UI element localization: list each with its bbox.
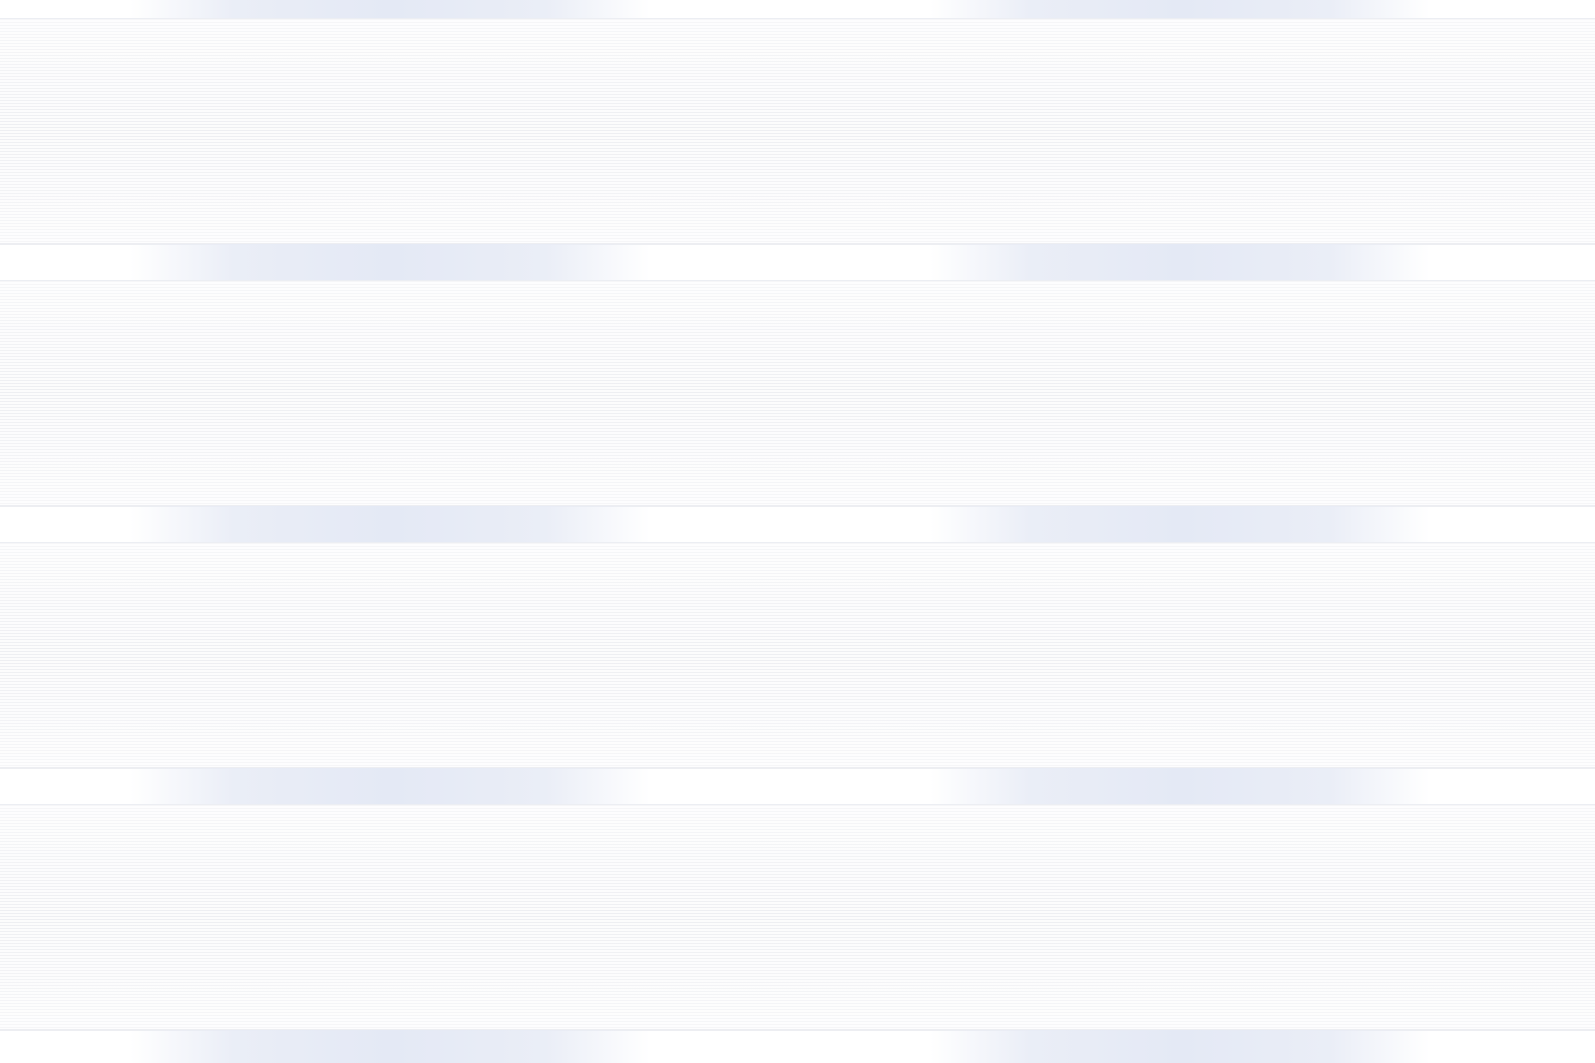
header-strip-left (130, 768, 650, 804)
header-strip-right (930, 506, 1430, 542)
striped-band-body (0, 280, 1595, 507)
header-strip-right (930, 768, 1430, 804)
striped-band-body (0, 18, 1595, 245)
striped-band-body (0, 542, 1595, 769)
header-strip-left (130, 0, 650, 18)
striped-band-1 (0, 18, 1595, 245)
header-strip-left (130, 1030, 650, 1063)
header-strip-right (930, 1030, 1430, 1063)
striped-band-4 (0, 804, 1595, 1031)
blank-striped-page (0, 0, 1595, 1063)
header-strip-left (130, 506, 650, 542)
striped-band-body (0, 804, 1595, 1031)
header-strip-left (130, 244, 650, 280)
header-strip-right (930, 244, 1430, 280)
striped-band-3 (0, 542, 1595, 769)
header-strip-right (930, 0, 1430, 18)
striped-band-2 (0, 280, 1595, 507)
